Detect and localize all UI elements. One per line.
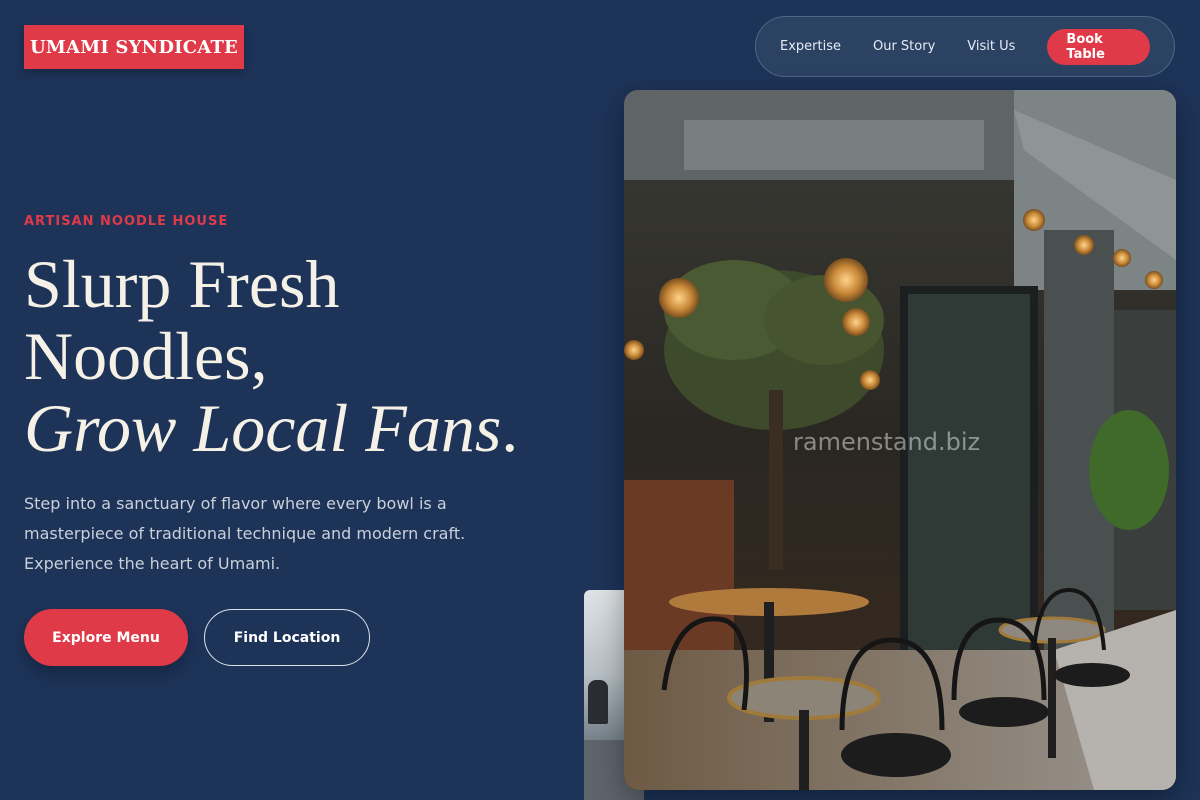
book-table-button[interactable]: Book Table xyxy=(1047,28,1150,65)
headline-line-3-period: . xyxy=(501,390,519,466)
explore-menu-button[interactable]: Explore Menu xyxy=(24,609,188,666)
brand-logo[interactable]: UMAMI SYNDICATE xyxy=(24,25,244,69)
find-location-button[interactable]: Find Location xyxy=(204,609,370,666)
hero-description: Step into a sanctuary of flavor where ev… xyxy=(24,494,466,573)
nav-link-visit-us[interactable]: Visit Us xyxy=(967,39,1015,54)
chef-figure xyxy=(588,680,608,724)
headline-line-3-italic: Grow Local Fans xyxy=(24,390,502,466)
watermark-text: ramenstand.biz xyxy=(793,428,981,456)
top-navigation: Expertise Our Story Visit Us Book Table xyxy=(755,16,1175,77)
nav-link-expertise[interactable]: Expertise xyxy=(780,39,841,54)
headline-line-2: Noodles, xyxy=(24,318,268,394)
nav-link-our-story[interactable]: Our Story xyxy=(873,39,935,54)
headline-line-1: Slurp Fresh xyxy=(24,246,340,322)
hero-headline: Slurp Fresh Noodles, Grow Local Fans. xyxy=(24,248,518,464)
hero-eyebrow: ARTISAN NOODLE HOUSE xyxy=(24,214,229,229)
